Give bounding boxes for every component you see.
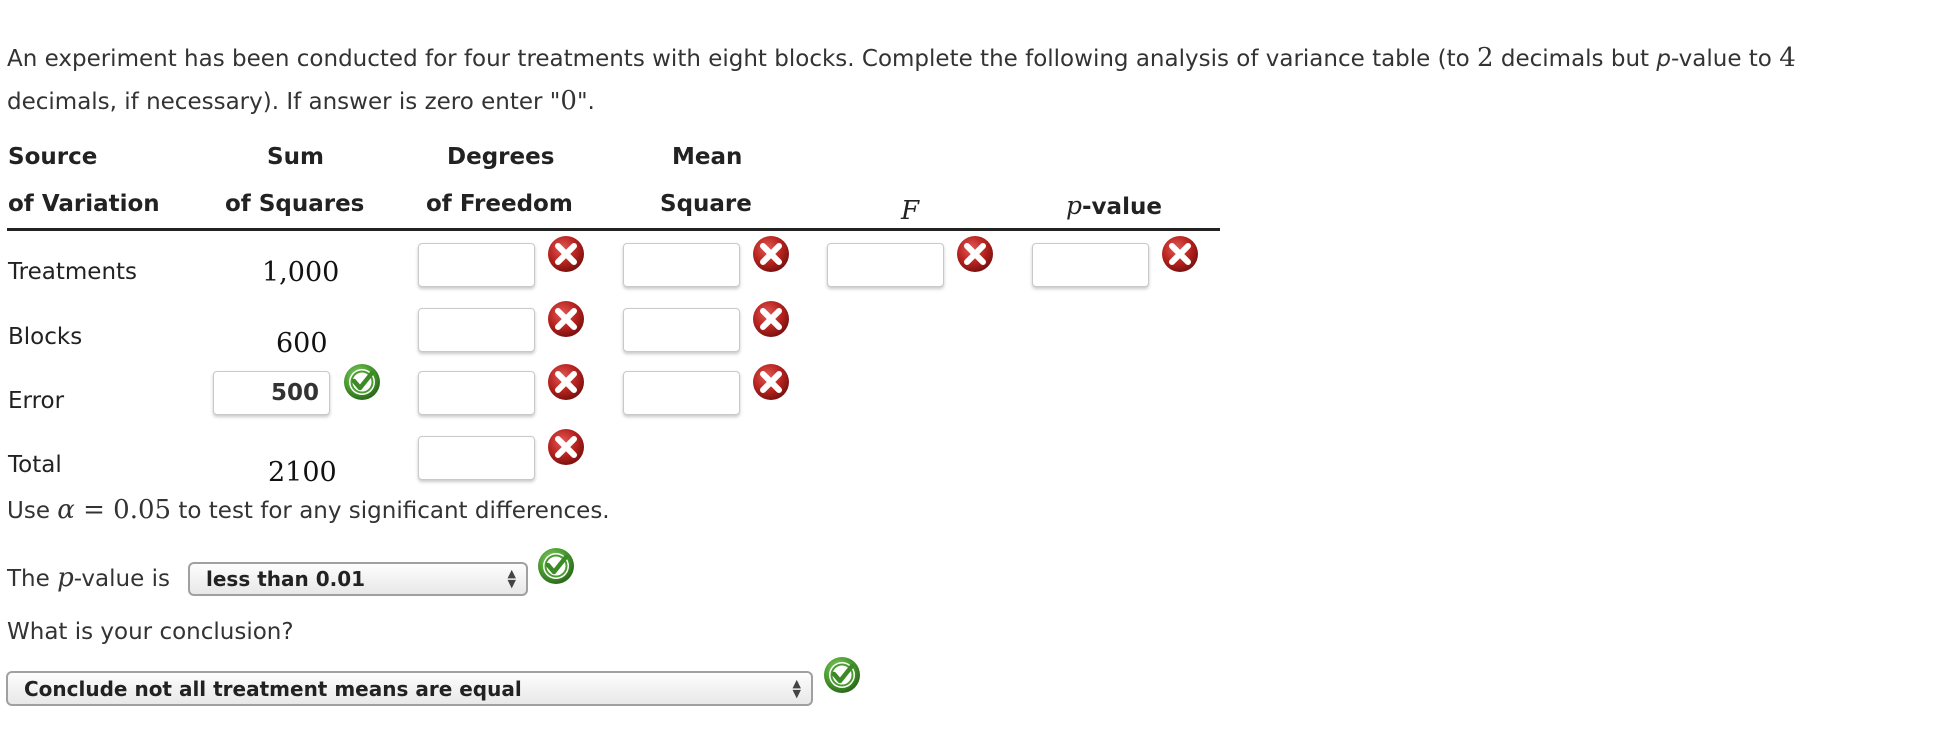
conclusion-question-label: What is your conclusion? [7, 619, 294, 645]
header-ss-2: of Squares [225, 191, 365, 217]
ss-value: 1,000 [262, 257, 340, 288]
header-p-value: p-value [1066, 191, 1162, 220]
incorrect-icon [955, 234, 995, 274]
header-df-2: of Freedom [426, 191, 573, 217]
header-f: F [901, 196, 920, 226]
treatments-ms-input[interactable] [623, 243, 740, 287]
instructions-text: -value to [1670, 46, 1780, 72]
treatments-f-input[interactable] [827, 243, 944, 287]
conclusion-select[interactable]: Conclude not all treatment means are equ… [6, 671, 813, 706]
incorrect-icon [751, 299, 791, 339]
alpha-text: to test for any significant differences. [171, 498, 610, 524]
select-arrows-icon: ▲ ▼ [507, 567, 516, 590]
pvalue-text: The [7, 566, 58, 592]
alpha-value: 0.05 [113, 495, 172, 525]
treatments-df-input[interactable] [418, 243, 535, 287]
error-df-input[interactable] [418, 371, 535, 415]
header-p-value-text: -value [1082, 194, 1162, 220]
row-label: Treatments [8, 259, 138, 285]
pvalue-question-label: The p-value is [7, 563, 170, 594]
header-ss-1: Sum [267, 144, 324, 170]
p-letter: p [1066, 191, 1083, 220]
header-rule [7, 228, 1220, 231]
p-letter: p [57, 563, 74, 593]
correct-check-icon [536, 546, 576, 586]
correct-check-icon [342, 362, 382, 402]
header-ms-2: Square [660, 191, 752, 217]
header-source-2: of Variation [8, 191, 160, 217]
instructions-text: decimals, if necessary). If answer is ze… [7, 89, 561, 115]
blocks-df-input[interactable] [418, 308, 535, 352]
row-label: Blocks [8, 324, 83, 350]
incorrect-icon [546, 427, 586, 467]
row-label: Error [8, 388, 65, 414]
header-source-1: Source [8, 144, 98, 170]
alpha-instruction: Use α = 0.05 to test for any significant… [7, 495, 610, 526]
p-letter: p [1656, 46, 1671, 72]
error-ss-input[interactable] [213, 371, 330, 415]
alpha-symbol: α [57, 495, 75, 525]
instructions-text: ". [576, 89, 595, 115]
conclusion-select-value: Conclude not all treatment means are equ… [24, 676, 522, 701]
zero-value: 0 [560, 86, 577, 116]
header-ms-1: Mean [672, 144, 743, 170]
ss-value: 600 [276, 328, 328, 359]
select-arrows-icon: ▲ ▼ [792, 676, 801, 700]
total-df-input[interactable] [418, 436, 535, 480]
error-ms-input[interactable] [623, 371, 740, 415]
pvalue-text: -value is [73, 566, 170, 592]
pvalue-select-value: less than 0.01 [206, 567, 366, 591]
equals-sign: = [74, 495, 114, 525]
instructions-text: An experiment has been conducted for fou… [7, 46, 1478, 72]
incorrect-icon [751, 234, 791, 274]
pvalue-select[interactable]: less than 0.01 ▲ ▼ [188, 562, 528, 596]
instructions-line-1: An experiment has been conducted for fou… [7, 43, 1796, 74]
incorrect-icon [751, 362, 791, 402]
treatments-pvalue-input[interactable] [1032, 243, 1149, 287]
decimals-pvalue: 4 [1779, 43, 1796, 73]
correct-check-icon [822, 655, 862, 695]
incorrect-icon [1160, 234, 1200, 274]
header-df-1: Degrees [447, 144, 555, 170]
decimals-general: 2 [1477, 43, 1494, 73]
incorrect-icon [546, 234, 586, 274]
blocks-ms-input[interactable] [623, 308, 740, 352]
row-label: Total [8, 452, 62, 478]
incorrect-icon [546, 299, 586, 339]
incorrect-icon [546, 362, 586, 402]
instructions-text: decimals but [1493, 46, 1657, 72]
alpha-text: Use [7, 498, 58, 524]
instructions-line-2: decimals, if necessary). If answer is ze… [7, 86, 595, 117]
ss-value: 2100 [268, 457, 337, 488]
